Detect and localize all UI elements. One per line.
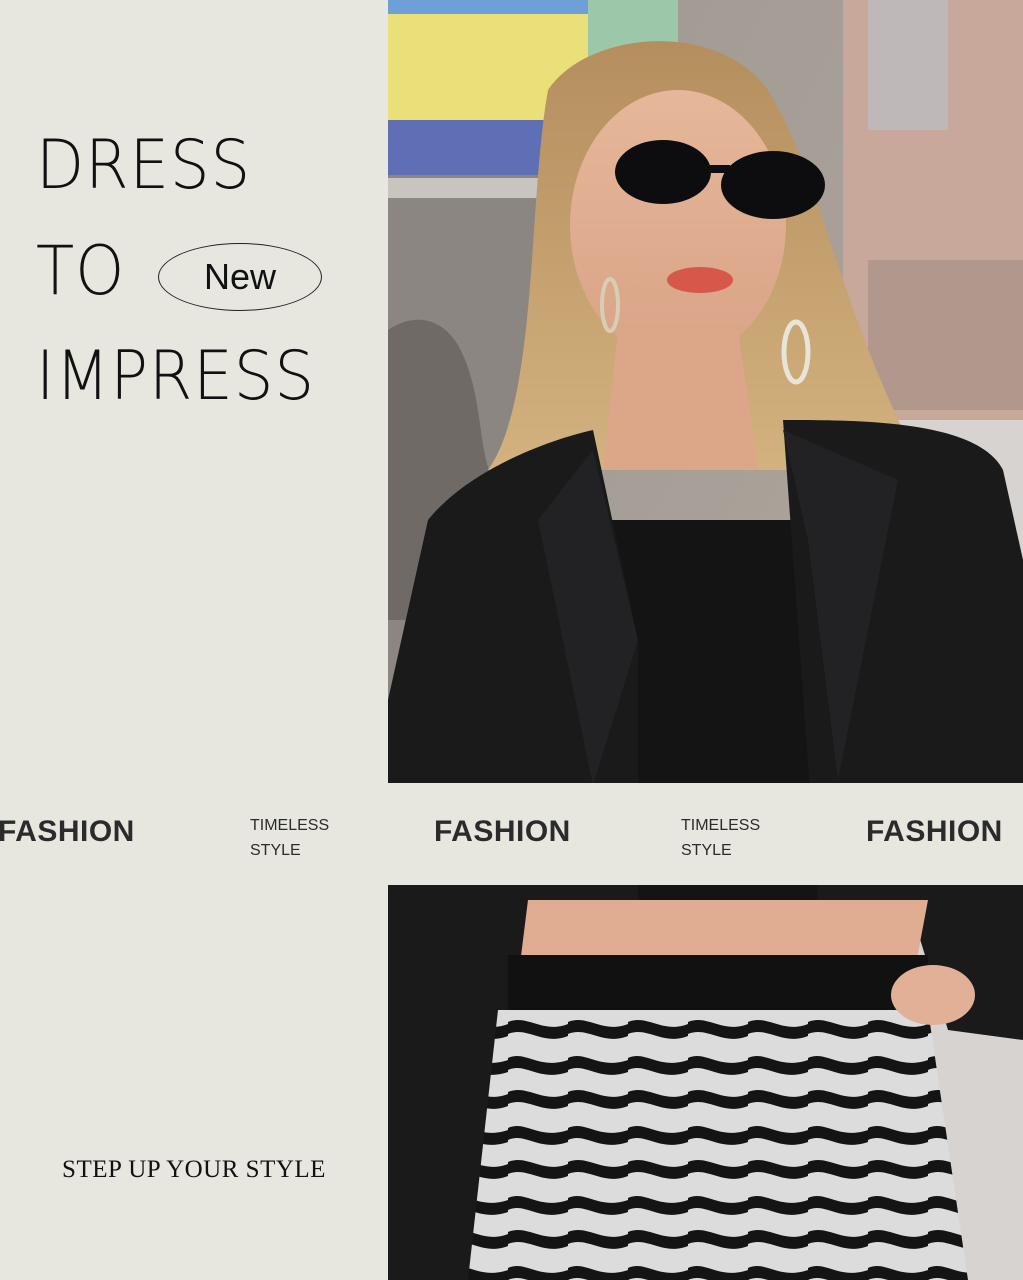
fashion-band: FASHION TIMELESS STYLE FASHION TIMELESS … — [0, 783, 1023, 885]
left-panel: DRESS TO New IMPRESS STEP UP YOUR STYLE — [0, 0, 388, 1280]
band-style-1: STYLE — [250, 842, 301, 859]
band-style-2: STYLE — [681, 842, 732, 859]
headline-line-1: DRESS — [36, 126, 252, 205]
headline-line-2: TO — [36, 232, 126, 311]
band-fashion-2: FASHION — [434, 815, 571, 848]
tagline: STEP UP YOUR STYLE — [62, 1156, 326, 1183]
band-fashion-1: FASHION — [0, 815, 135, 848]
model-photo — [388, 0, 1023, 1280]
band-timeless-style-2: TIMELESS STYLE — [681, 813, 760, 863]
band-timeless-style-1: TIMELESS STYLE — [250, 813, 329, 863]
band-timeless-1: TIMELESS — [250, 817, 330, 834]
band-timeless-2: TIMELESS — [681, 817, 761, 834]
band-fashion-3: FASHION — [866, 815, 1003, 848]
headline-line-3: IMPRESS — [36, 337, 316, 416]
new-badge: New — [158, 243, 322, 311]
